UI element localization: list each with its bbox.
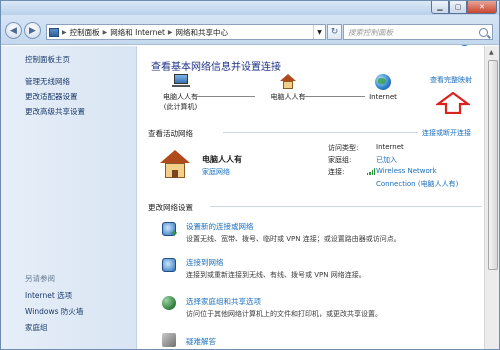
sidebar-item-windows-firewall[interactable]: Windows 防火墙 xyxy=(25,306,83,317)
annotation-arrow-icon xyxy=(436,92,470,114)
section-divider xyxy=(210,206,482,207)
breadcrumb-network-sharing-center[interactable]: 网络和共享中心 xyxy=(176,27,229,38)
change-settings-heading: 更改网络设置 xyxy=(148,203,193,212)
sidebar-item-control-panel-home[interactable]: 控制面板主页 xyxy=(25,54,70,65)
task-description: 设置无线、宽带、拨号、临时或 VPN 连接；或设置路由器或访问点。 xyxy=(186,235,401,243)
address-bar[interactable]: ▶ 控制面板 ▶ 网络和 Internet ▶ 网络和共享中心 ▼ xyxy=(46,24,326,40)
sidebar: 控制面板主页 管理无线网络 更改适配器设置 更改高级共享设置 另请参阅 Inte… xyxy=(1,46,137,349)
map-node-label: 电脑人人有 xyxy=(163,93,198,101)
task-setup-new-connection[interactable]: 设置新的连接或网络 xyxy=(186,221,254,232)
search-input[interactable]: 搜索控制面板 xyxy=(343,24,493,40)
close-button[interactable]: ✕ xyxy=(467,1,497,14)
connect-network-icon xyxy=(162,258,176,272)
scrollbar-thumb[interactable] xyxy=(488,60,498,270)
task-description: 连接到或重新连接到无线、有线、拨号或 VPN 网络连接。 xyxy=(186,271,366,279)
chevron-right-icon[interactable]: ▶ xyxy=(168,29,173,36)
map-node-label: Internet xyxy=(369,93,397,101)
view-full-map-link[interactable]: 查看完整映射 xyxy=(430,75,472,85)
title-bar: ▁ ▢ ✕ xyxy=(1,1,499,15)
forward-button[interactable]: ▶ xyxy=(24,22,41,39)
chevron-right-icon[interactable]: ▶ xyxy=(103,29,108,36)
wifi-signal-icon xyxy=(367,168,375,175)
connect-or-disconnect-link[interactable]: 连接或断开连接 xyxy=(422,128,471,138)
map-node-this-computer: 电脑人人有 (此计算机) xyxy=(153,74,208,112)
home-network-icon xyxy=(280,74,296,89)
minimize-button[interactable]: ▁ xyxy=(431,1,449,14)
homegroup-value-link[interactable]: 已加入 xyxy=(376,155,397,165)
home-network-icon xyxy=(160,150,190,178)
back-button[interactable]: ◀ xyxy=(5,22,22,39)
back-arrow-icon: ◀ xyxy=(10,25,17,36)
refresh-button[interactable]: ↻ xyxy=(327,24,342,40)
connection-link[interactable]: Wireless Network xyxy=(376,167,437,175)
breadcrumb-network-internet[interactable]: 网络和 Internet xyxy=(110,27,165,38)
window-controls: ▁ ▢ ✕ xyxy=(431,1,497,14)
vertical-scrollbar[interactable]: ▲ xyxy=(484,46,499,349)
network-name: 电脑人人有 xyxy=(202,155,242,164)
control-panel-icon xyxy=(49,27,59,37)
address-dropdown-button[interactable]: ▼ xyxy=(313,25,325,39)
globe-icon xyxy=(375,74,391,90)
connection-link-continued[interactable]: Connection (电脑人人有) xyxy=(376,179,458,189)
maximize-button[interactable]: ▢ xyxy=(449,1,467,14)
new-connection-icon xyxy=(162,222,178,239)
main-content: 查看基本网络信息并设置连接 查看完整映射 电脑人人有 (此计算机) 电脑人人有 … xyxy=(138,46,484,349)
address-toolbar: ◀ ▶ ▶ 控制面板 ▶ 网络和 Internet ▶ 网络和共享中心 ▼ ↻ … xyxy=(1,15,499,45)
map-node-sublabel: (此计算机) xyxy=(163,103,198,111)
sidebar-item-manage-wireless[interactable]: 管理无线网络 xyxy=(25,76,70,87)
task-connect-to-network[interactable]: 连接到网络 xyxy=(186,257,224,268)
forward-arrow-icon: ▶ xyxy=(29,25,36,36)
computer-icon xyxy=(171,74,190,87)
map-connection-line xyxy=(193,96,255,97)
search-placeholder: 搜索控制面板 xyxy=(348,27,393,37)
scroll-up-icon[interactable]: ▲ xyxy=(489,49,494,56)
chevron-right-icon[interactable]: ▶ xyxy=(62,29,67,36)
troubleshoot-icon xyxy=(162,333,176,347)
breadcrumb-control-panel[interactable]: 控制面板 xyxy=(70,27,100,38)
task-homegroup-sharing[interactable]: 选择家庭组和共享选项 xyxy=(186,296,261,307)
see-also-heading: 另请参阅 xyxy=(25,274,55,283)
sidebar-item-internet-options[interactable]: Internet 选项 xyxy=(25,290,72,301)
access-type-label: 访问类型: xyxy=(328,144,359,152)
map-connection-line xyxy=(303,96,365,97)
network-type-link[interactable]: 家庭网络 xyxy=(202,167,230,177)
section-divider xyxy=(223,132,418,133)
sidebar-item-change-adapter[interactable]: 更改适配器设置 xyxy=(25,91,78,102)
map-node-network: 电脑人人有 xyxy=(258,74,318,102)
task-troubleshoot[interactable]: 疑难解答 xyxy=(186,336,216,347)
connections-label: 连接: xyxy=(328,168,345,176)
control-panel-window: ▁ ▢ ✕ ◀ ▶ ▶ 控制面板 ▶ 网络和 Internet ▶ 网络和共享中… xyxy=(0,0,500,350)
homegroup-sharing-icon xyxy=(162,296,176,310)
map-node-label: 电脑人人有 xyxy=(270,93,306,101)
page-title: 查看基本网络信息并设置连接 xyxy=(151,62,281,73)
task-description: 访问位于其他网络计算机上的文件和打印机，或更改共享设置。 xyxy=(186,310,382,318)
sidebar-item-advanced-sharing[interactable]: 更改高级共享设置 xyxy=(25,106,85,117)
refresh-icon: ↻ xyxy=(330,27,339,37)
access-type-value: Internet xyxy=(376,143,404,151)
search-icon[interactable] xyxy=(479,27,488,37)
map-node-internet: Internet xyxy=(358,74,408,101)
homegroup-label: 家庭组: xyxy=(328,156,352,164)
sidebar-item-homegroup[interactable]: 家庭组 xyxy=(25,322,48,333)
active-networks-heading: 查看活动网络 xyxy=(148,129,193,138)
